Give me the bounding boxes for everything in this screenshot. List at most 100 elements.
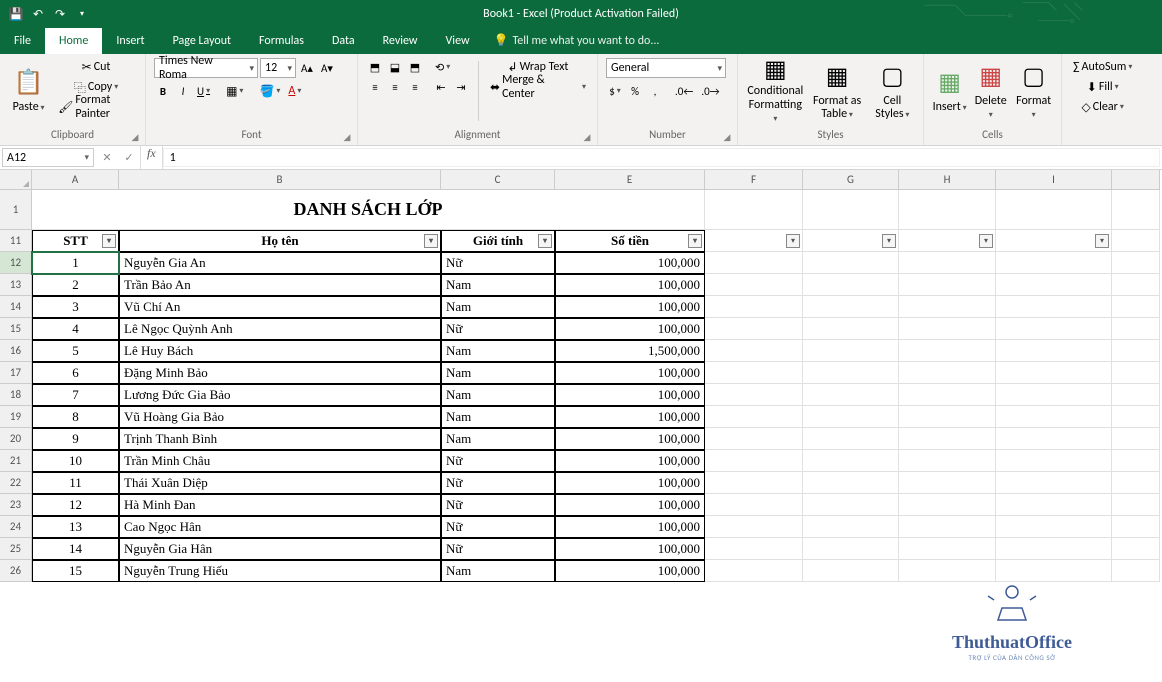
cut-button[interactable]: ✂Cut bbox=[55, 58, 137, 76]
increase-font-icon[interactable]: A▴ bbox=[298, 59, 316, 77]
cell[interactable] bbox=[803, 190, 899, 230]
row-header[interactable]: 18 bbox=[0, 384, 32, 406]
cell[interactable] bbox=[996, 384, 1112, 406]
sheet-title-cell[interactable]: DANH SÁCH LỚP bbox=[32, 190, 705, 230]
tab-data[interactable]: Data bbox=[318, 28, 369, 54]
cell[interactable] bbox=[705, 494, 803, 516]
align-left-icon[interactable]: ≡ bbox=[366, 78, 384, 96]
cell-stt[interactable]: 9 bbox=[32, 428, 119, 450]
cell[interactable] bbox=[996, 318, 1112, 340]
table-header-sotien[interactable]: Số tiền▾ bbox=[555, 230, 705, 252]
row-header[interactable]: 20 bbox=[0, 428, 32, 450]
cell-hoten[interactable]: Trịnh Thanh Bình bbox=[119, 428, 441, 450]
cell-gioitinh[interactable]: Nam bbox=[441, 274, 555, 296]
tell-me-search[interactable]: 💡 Tell me what you want to do... bbox=[484, 27, 670, 54]
cell[interactable] bbox=[899, 516, 996, 538]
cell[interactable] bbox=[899, 406, 996, 428]
cell[interactable] bbox=[899, 560, 996, 582]
cell[interactable] bbox=[996, 190, 1112, 230]
cell[interactable]: ▾ bbox=[996, 230, 1112, 252]
row-header[interactable]: 15 bbox=[0, 318, 32, 340]
col-header-overflow[interactable] bbox=[1112, 170, 1160, 190]
filter-arrow-icon[interactable]: ▾ bbox=[424, 234, 438, 248]
cell-gioitinh[interactable]: Nam bbox=[441, 362, 555, 384]
cell[interactable] bbox=[803, 384, 899, 406]
cell-gioitinh[interactable]: Nam bbox=[441, 428, 555, 450]
cell[interactable] bbox=[899, 384, 996, 406]
cell[interactable] bbox=[1112, 296, 1160, 318]
cell-gioitinh[interactable]: Nữ bbox=[441, 538, 555, 560]
tab-insert[interactable]: Insert bbox=[102, 28, 158, 54]
cell-gioitinh[interactable]: Nam bbox=[441, 560, 555, 582]
cell[interactable] bbox=[996, 538, 1112, 560]
cell[interactable] bbox=[1112, 516, 1160, 538]
cell[interactable] bbox=[1112, 362, 1160, 384]
table-header-hoten[interactable]: Họ tên▾ bbox=[119, 230, 441, 252]
cell-sotien[interactable]: 100,000 bbox=[555, 406, 705, 428]
cell[interactable] bbox=[803, 516, 899, 538]
cell[interactable] bbox=[899, 362, 996, 384]
cell[interactable] bbox=[996, 472, 1112, 494]
row-header[interactable]: 22 bbox=[0, 472, 32, 494]
cell-hoten[interactable]: Vũ Hoàng Gia Bảo bbox=[119, 406, 441, 428]
cell[interactable] bbox=[1112, 340, 1160, 362]
cell[interactable] bbox=[996, 406, 1112, 428]
cell-gioitinh[interactable]: Nam bbox=[441, 406, 555, 428]
tab-home[interactable]: Home bbox=[45, 28, 102, 54]
col-header-A[interactable]: A bbox=[32, 170, 119, 190]
row-header[interactable]: 23 bbox=[0, 494, 32, 516]
cell-stt[interactable]: 15 bbox=[32, 560, 119, 582]
increase-decimal-icon[interactable]: .0← bbox=[672, 82, 696, 100]
cell-gioitinh[interactable]: Nữ bbox=[441, 450, 555, 472]
cell[interactable] bbox=[705, 560, 803, 582]
save-icon[interactable]: 💾 bbox=[8, 6, 24, 22]
cell-stt[interactable]: 1 bbox=[32, 252, 119, 274]
cell-sotien[interactable]: 100,000 bbox=[555, 516, 705, 538]
cell-gioitinh[interactable]: Nữ bbox=[441, 516, 555, 538]
cell[interactable] bbox=[705, 538, 803, 560]
cell-hoten[interactable]: Cao Ngọc Hân bbox=[119, 516, 441, 538]
italic-button[interactable]: I bbox=[174, 82, 192, 100]
cell[interactable] bbox=[1112, 538, 1160, 560]
cell[interactable] bbox=[803, 340, 899, 362]
row-header[interactable]: 17 bbox=[0, 362, 32, 384]
cell[interactable] bbox=[1112, 450, 1160, 472]
cell[interactable] bbox=[899, 274, 996, 296]
cell[interactable] bbox=[705, 384, 803, 406]
cell-sotien[interactable]: 1,500,000 bbox=[555, 340, 705, 362]
paste-button[interactable]: 📋 Paste bbox=[8, 58, 49, 124]
cell[interactable] bbox=[705, 274, 803, 296]
conditional-formatting-button[interactable]: ▦Conditional Formatting bbox=[746, 58, 805, 124]
font-name-combo[interactable]: Times New Roma bbox=[154, 58, 258, 78]
cell[interactable] bbox=[996, 560, 1112, 582]
cell[interactable] bbox=[803, 494, 899, 516]
cell[interactable] bbox=[803, 538, 899, 560]
cell[interactable] bbox=[803, 362, 899, 384]
autosum-button[interactable]: ∑AutoSum bbox=[1070, 58, 1135, 76]
cell-hoten[interactable]: Thái Xuân Diệp bbox=[119, 472, 441, 494]
qat-customize-icon[interactable]: ▾ bbox=[74, 6, 90, 22]
row-header[interactable]: 16 bbox=[0, 340, 32, 362]
increase-indent-icon[interactable]: ⇥ bbox=[452, 78, 470, 96]
cell[interactable] bbox=[1112, 190, 1160, 230]
cell[interactable] bbox=[899, 296, 996, 318]
cell-stt[interactable]: 11 bbox=[32, 472, 119, 494]
cell-stt[interactable]: 2 bbox=[32, 274, 119, 296]
cell-gioitinh[interactable]: Nữ bbox=[441, 494, 555, 516]
cell-gioitinh[interactable]: Nam bbox=[441, 296, 555, 318]
cell[interactable] bbox=[899, 428, 996, 450]
cell[interactable] bbox=[803, 252, 899, 274]
cell-hoten[interactable]: Hà Minh Đan bbox=[119, 494, 441, 516]
tab-view[interactable]: View bbox=[432, 28, 484, 54]
cell-hoten[interactable]: Lương Đức Gia Bảo bbox=[119, 384, 441, 406]
cell-sotien[interactable]: 100,000 bbox=[555, 296, 705, 318]
cell[interactable] bbox=[1112, 472, 1160, 494]
cell[interactable] bbox=[899, 252, 996, 274]
font-launcher-icon[interactable]: ◢ bbox=[341, 131, 353, 143]
cell[interactable] bbox=[705, 296, 803, 318]
cell[interactable] bbox=[899, 494, 996, 516]
clipboard-launcher-icon[interactable]: ◢ bbox=[129, 131, 141, 143]
col-header-C[interactable]: C bbox=[441, 170, 555, 190]
filter-arrow-icon[interactable]: ▾ bbox=[102, 234, 116, 248]
cell-sotien[interactable]: 100,000 bbox=[555, 494, 705, 516]
